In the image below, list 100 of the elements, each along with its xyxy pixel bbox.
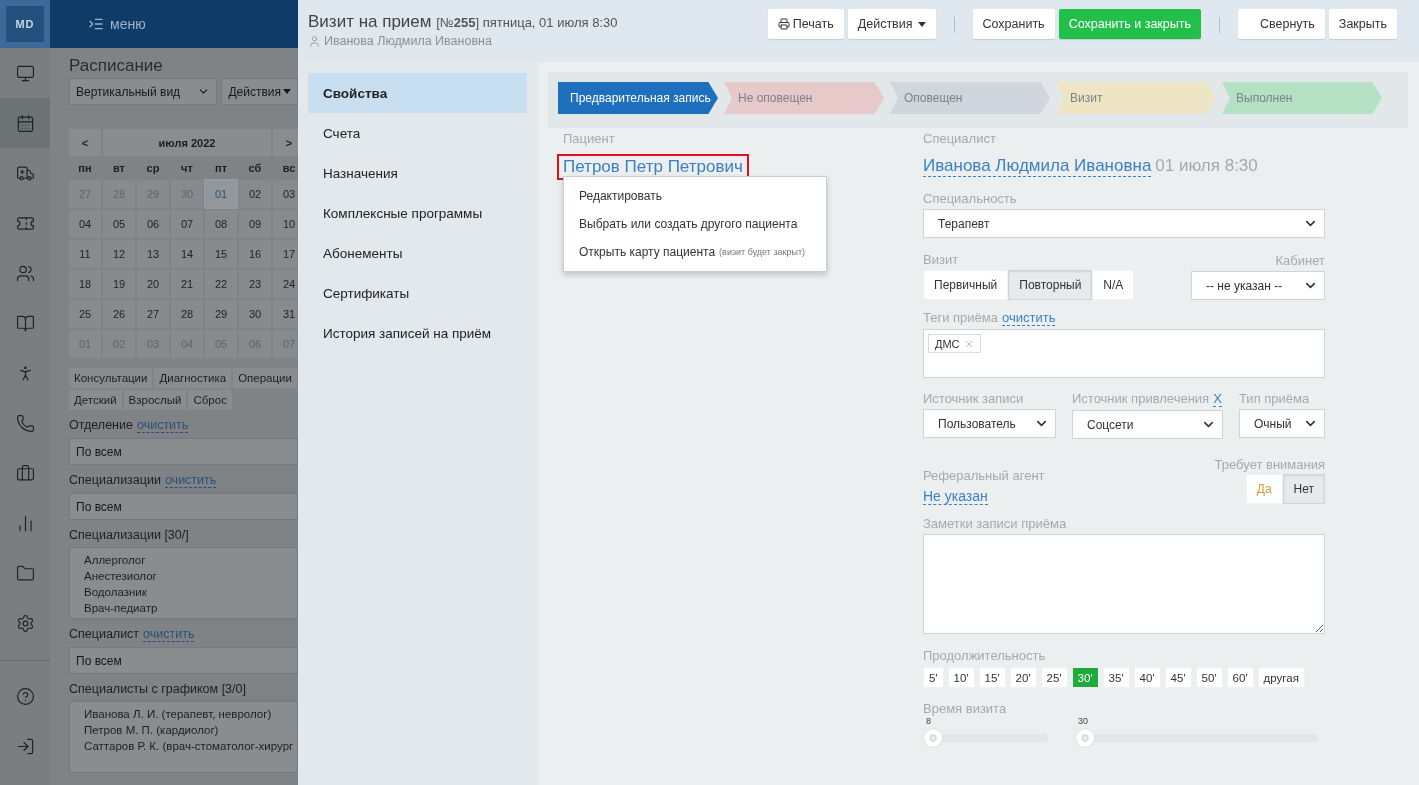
filter-list[interactable]: Иванова Л. И. (терапевт, невролог) Петров М. П. (кардиолог) Саттаров Р. К. (врач-стоматолог-хирург [69, 701, 298, 773]
calendar-day[interactable]: 22 [205, 270, 237, 298]
calendar-day[interactable]: 01 [205, 180, 237, 208]
specialty-select[interactable]: Терапевт [923, 209, 1325, 238]
menu-item[interactable]: Редактировать [564, 182, 826, 210]
calendar-day[interactable]: 06 [137, 210, 169, 238]
toolbar-button[interactable]: Действия [847, 9, 936, 39]
filter-button[interactable]: Операции [233, 368, 297, 388]
calendar-day[interactable]: 14 [171, 240, 203, 268]
visit-type-option[interactable]: N/A [1092, 270, 1135, 300]
list-item[interactable]: Врач-педиатр [84, 600, 297, 616]
prev-month-button[interactable]: < [69, 129, 101, 156]
calendar-day[interactable]: 13 [137, 240, 169, 268]
status-step[interactable]: Не оповещен [724, 82, 884, 114]
dropdown-select[interactable]: Пользователь [923, 409, 1056, 438]
calendar-day[interactable]: 12 [103, 240, 135, 268]
list-item[interactable]: Саттаров Р. К. (врач-стоматолог-хирург [84, 738, 297, 754]
calendar-day[interactable]: 03 [273, 180, 298, 208]
referral-link[interactable]: Не указан [923, 488, 988, 505]
slider-handle[interactable] [924, 729, 942, 747]
duration-option[interactable]: 15' [978, 667, 1006, 688]
toolbar-button[interactable]: Сохранить [972, 9, 1055, 39]
filter-button[interactable]: Консультации [69, 368, 153, 388]
calendar-day[interactable]: 04 [69, 210, 101, 238]
calendar-day[interactable]: 27 [137, 300, 169, 328]
side-tab[interactable]: Свойства [308, 73, 527, 113]
duration-option[interactable]: 10' [947, 667, 975, 688]
visit-type-option[interactable]: Первичный [923, 270, 1009, 300]
filter-select[interactable]: По всем [69, 438, 298, 465]
clear-link[interactable]: Х [1213, 391, 1222, 407]
menu-item[interactable]: Открыть карту пациента (визит будет закрыт) [564, 238, 826, 266]
filter-select[interactable]: По всем [69, 647, 298, 674]
duration-option[interactable]: 40' [1133, 667, 1161, 688]
calendar-day[interactable]: 07 [171, 210, 203, 238]
menu-item[interactable]: Выбрать или создать другого пациента [564, 210, 826, 238]
clear-link[interactable]: очистить [1002, 310, 1056, 326]
list-item[interactable]: Петров М. П. (кардиолог) [84, 722, 297, 738]
actions-button[interactable]: Действия [221, 78, 298, 105]
toolbar-button[interactable]: Свернуть [1238, 9, 1325, 39]
calendar-day[interactable]: 11 [69, 240, 101, 268]
filter-list[interactable]: Аллерголог Анестезиолог Водолазник Врач-педиатр [69, 547, 298, 619]
calendar-day[interactable]: 10 [273, 210, 298, 238]
calendar-day[interactable]: 24 [273, 270, 298, 298]
list-item[interactable]: Иванова Л. И. (терапевт, невролог) [84, 706, 297, 722]
calendar-day[interactable]: 28 [171, 300, 203, 328]
calendar-day[interactable]: 25 [69, 300, 101, 328]
duration-option[interactable]: 35' [1102, 667, 1130, 688]
dropdown-select[interactable]: Соцсети [1072, 410, 1223, 439]
status-step[interactable]: Выполнен [1222, 82, 1382, 114]
toolbar-button[interactable]: Печать [767, 9, 844, 39]
filter-button[interactable]: Сброс [188, 390, 232, 410]
filter-button[interactable]: Детский [69, 390, 122, 410]
duration-option[interactable]: 20' [1009, 667, 1037, 688]
side-tab[interactable]: Назначения [308, 153, 527, 193]
side-tab[interactable]: Комплексные программы [308, 193, 527, 233]
slider-handle[interactable] [1076, 729, 1094, 747]
dropdown-select[interactable]: Очный [1239, 409, 1325, 438]
status-step[interactable]: Оповещен [890, 82, 1050, 114]
status-step[interactable]: Визит [1056, 82, 1216, 114]
calendar-day[interactable]: 21 [171, 270, 203, 298]
duration-option[interactable]: 60' [1226, 667, 1254, 688]
calendar-day[interactable]: 19 [103, 270, 135, 298]
tags-field[interactable]: ДМС [923, 329, 1325, 378]
list-item[interactable]: Водолазник [84, 584, 297, 600]
duration-option[interactable]: 30' [1071, 667, 1099, 688]
calendar-day[interactable]: 16 [239, 240, 271, 268]
filter-button[interactable]: Диагностика [154, 368, 232, 388]
menu-button[interactable]: меню [88, 16, 146, 32]
view-select[interactable]: Вертикальный вид [69, 78, 218, 105]
side-tab[interactable]: Сертификаты [308, 273, 527, 313]
duration-option[interactable]: 5' [923, 667, 944, 688]
next-month-button[interactable]: > [273, 129, 298, 156]
filter-button[interactable]: Взрослый [123, 390, 187, 410]
toolbar-button[interactable]: Закрыть [1328, 9, 1397, 39]
duration-option[interactable]: 45' [1164, 667, 1192, 688]
side-tab[interactable]: История записей на приём [308, 313, 527, 353]
notes-field[interactable] [923, 534, 1325, 634]
calendar-day[interactable]: 23 [239, 270, 271, 298]
calendar-day[interactable]: 17 [273, 240, 298, 268]
side-tab[interactable]: Абонементы [308, 233, 527, 273]
duration-option[interactable]: 50' [1195, 667, 1223, 688]
calendar-day[interactable]: 31 [273, 300, 298, 328]
calendar-day[interactable]: 18 [69, 270, 101, 298]
calendar-day[interactable]: 09 [239, 210, 271, 238]
calendar-day[interactable]: 20 [137, 270, 169, 298]
cabinet-select[interactable]: -- не указан -- [1191, 271, 1325, 300]
calendar-day[interactable]: 05 [103, 210, 135, 238]
status-step[interactable]: Предварительная запись [558, 82, 718, 114]
list-item[interactable]: Анестезиолог [84, 568, 297, 584]
filter-select[interactable]: По всем [69, 493, 298, 520]
nav-item[interactable] [0, 98, 50, 148]
visit-type-option[interactable]: Повторный [1008, 270, 1093, 300]
list-item[interactable]: Аллерголог [84, 552, 297, 568]
side-tab[interactable]: Счета [308, 113, 527, 153]
calendar-day[interactable]: 02 [239, 180, 271, 208]
remove-icon[interactable] [963, 338, 974, 349]
specialist-link[interactable]: Иванова Людмила Ивановна [923, 156, 1152, 177]
calendar-day[interactable]: 30 [239, 300, 271, 328]
calendar-day[interactable]: 15 [205, 240, 237, 268]
duration-option[interactable]: 25' [1040, 667, 1068, 688]
